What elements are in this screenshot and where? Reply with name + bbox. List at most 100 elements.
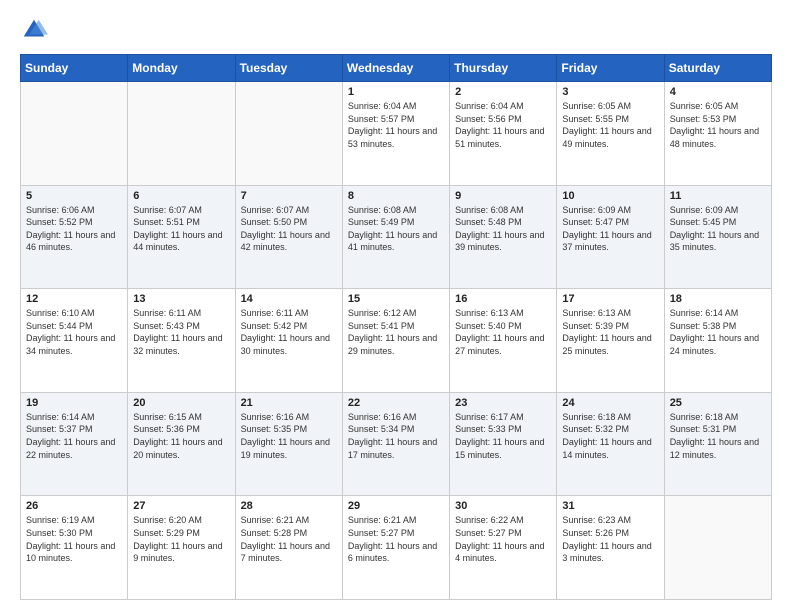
day-info: Sunrise: 6:20 AM Sunset: 5:29 PM Dayligh…: [133, 514, 229, 564]
day-number: 29: [348, 500, 444, 512]
day-info: Sunrise: 6:21 AM Sunset: 5:28 PM Dayligh…: [241, 514, 337, 564]
day-info: Sunrise: 6:09 AM Sunset: 5:47 PM Dayligh…: [562, 204, 658, 254]
table-row: 28 Sunrise: 6:21 AM Sunset: 5:28 PM Dayli…: [235, 496, 342, 600]
calendar-week-row: 5 Sunrise: 6:06 AM Sunset: 5:52 PM Daylig…: [21, 185, 772, 289]
table-row: 30 Sunrise: 6:22 AM Sunset: 5:27 PM Dayli…: [450, 496, 557, 600]
day-info: Sunrise: 6:11 AM Sunset: 5:43 PM Dayligh…: [133, 307, 229, 357]
table-row: 14Sunrise: 6:11 AM Sunset: 5:42 PM Dayli…: [235, 289, 342, 393]
logo-icon: [20, 16, 48, 44]
day-info: Sunrise: 6:18 AM Sunset: 5:32 PM Dayligh…: [562, 411, 658, 461]
table-row: [235, 82, 342, 186]
day-number: 16: [455, 293, 551, 305]
table-row: [128, 82, 235, 186]
day-number: 17: [562, 293, 658, 305]
day-number: 28: [241, 500, 337, 512]
day-number: 7: [241, 190, 337, 202]
table-row: 12 Sunrise: 6:10 AM Sunset: 5:44 PM Dayli…: [21, 289, 128, 393]
day-number: 31: [562, 500, 658, 512]
table-row: 9 Sunrise: 6:08 AM Sunset: 5:48 PM Daylig…: [450, 185, 557, 289]
table-row: 26 Sunrise: 6:19 AM Sunset: 5:30 PM Dayli…: [21, 496, 128, 600]
table-row: 15 Sunrise: 6:12 AM Sunset: 5:41 PM Dayli…: [342, 289, 449, 393]
table-row: 10 Sunrise: 6:09 AM Sunset: 5:47 PM Dayli…: [557, 185, 664, 289]
day-number: 2: [455, 86, 551, 98]
day-number: 25: [670, 397, 766, 409]
table-row: 22 Sunrise: 6:16 AM Sunset: 5:34 PM Dayli…: [342, 392, 449, 496]
day-number: 22: [348, 397, 444, 409]
day-info: Sunrise: 6:16 AM Sunset: 5:34 PM Dayligh…: [348, 411, 444, 461]
col-friday: Friday: [557, 55, 664, 82]
day-number: 8: [348, 190, 444, 202]
day-info: Sunrise: 6:17 AM Sunset: 5:33 PM Dayligh…: [455, 411, 551, 461]
day-info: Sunrise: 6:04 AM Sunset: 5:57 PM Dayligh…: [348, 100, 444, 150]
day-info: Sunrise: 6:22 AM Sunset: 5:27 PM Dayligh…: [455, 514, 551, 564]
day-number: 20: [133, 397, 229, 409]
day-info: Sunrise: 6:09 AM Sunset: 5:45 PM Dayligh…: [670, 204, 766, 254]
day-number: 18: [670, 293, 766, 305]
day-number: 19: [26, 397, 122, 409]
table-row: 24Sunrise: 6:18 AM Sunset: 5:32 PM Dayli…: [557, 392, 664, 496]
table-row: 18 Sunrise: 6:14 AM Sunset: 5:38 PM Dayli…: [664, 289, 771, 393]
day-number: 27: [133, 500, 229, 512]
day-info: Sunrise: 6:14 AM Sunset: 5:37 PM Dayligh…: [26, 411, 122, 461]
table-row: 19 Sunrise: 6:14 AM Sunset: 5:37 PM Dayli…: [21, 392, 128, 496]
day-number: 30: [455, 500, 551, 512]
calendar-week-row: 12 Sunrise: 6:10 AM Sunset: 5:44 PM Dayli…: [21, 289, 772, 393]
day-number: 10: [562, 190, 658, 202]
table-row: 7 Sunrise: 6:07 AM Sunset: 5:50 PM Daylig…: [235, 185, 342, 289]
day-info: Sunrise: 6:19 AM Sunset: 5:30 PM Dayligh…: [26, 514, 122, 564]
day-info: Sunrise: 6:18 AM Sunset: 5:31 PM Dayligh…: [670, 411, 766, 461]
table-row: 25 Sunrise: 6:18 AM Sunset: 5:31 PM Dayli…: [664, 392, 771, 496]
table-row: 4 Sunrise: 6:05 AM Sunset: 5:53 PM Daylig…: [664, 82, 771, 186]
day-number: 5: [26, 190, 122, 202]
day-info: Sunrise: 6:16 AM Sunset: 5:35 PM Dayligh…: [241, 411, 337, 461]
day-number: 3: [562, 86, 658, 98]
day-info: Sunrise: 6:23 AM Sunset: 5:26 PM Dayligh…: [562, 514, 658, 564]
col-tuesday: Tuesday: [235, 55, 342, 82]
day-info: Sunrise: 6:07 AM Sunset: 5:50 PM Dayligh…: [241, 204, 337, 254]
table-row: 8 Sunrise: 6:08 AM Sunset: 5:49 PM Daylig…: [342, 185, 449, 289]
day-number: 12: [26, 293, 122, 305]
table-row: [664, 496, 771, 600]
table-row: 29 Sunrise: 6:21 AM Sunset: 5:27 PM Dayli…: [342, 496, 449, 600]
day-number: 15: [348, 293, 444, 305]
table-row: 2Sunrise: 6:04 AM Sunset: 5:56 PM Daylig…: [450, 82, 557, 186]
day-info: Sunrise: 6:05 AM Sunset: 5:55 PM Dayligh…: [562, 100, 658, 150]
day-number: 14: [241, 293, 337, 305]
day-number: 1: [348, 86, 444, 98]
table-row: 27 Sunrise: 6:20 AM Sunset: 5:29 PM Dayli…: [128, 496, 235, 600]
day-info: Sunrise: 6:07 AM Sunset: 5:51 PM Dayligh…: [133, 204, 229, 254]
col-monday: Monday: [128, 55, 235, 82]
day-number: 4: [670, 86, 766, 98]
table-row: 6Sunrise: 6:07 AM Sunset: 5:51 PM Daylig…: [128, 185, 235, 289]
day-number: 26: [26, 500, 122, 512]
day-info: Sunrise: 6:05 AM Sunset: 5:53 PM Dayligh…: [670, 100, 766, 150]
table-row: 20Sunrise: 6:15 AM Sunset: 5:36 PM Dayli…: [128, 392, 235, 496]
col-saturday: Saturday: [664, 55, 771, 82]
col-thursday: Thursday: [450, 55, 557, 82]
page: Sunday Monday Tuesday Wednesday Thursday…: [0, 0, 792, 612]
table-row: 5 Sunrise: 6:06 AM Sunset: 5:52 PM Daylig…: [21, 185, 128, 289]
table-row: 31 Sunrise: 6:23 AM Sunset: 5:26 PM Dayli…: [557, 496, 664, 600]
day-info: Sunrise: 6:08 AM Sunset: 5:48 PM Dayligh…: [455, 204, 551, 254]
calendar-week-row: 1 Sunrise: 6:04 AM Sunset: 5:57 PM Daylig…: [21, 82, 772, 186]
col-wednesday: Wednesday: [342, 55, 449, 82]
day-info: Sunrise: 6:10 AM Sunset: 5:44 PM Dayligh…: [26, 307, 122, 357]
day-info: Sunrise: 6:06 AM Sunset: 5:52 PM Dayligh…: [26, 204, 122, 254]
day-number: 21: [241, 397, 337, 409]
day-info: Sunrise: 6:12 AM Sunset: 5:41 PM Dayligh…: [348, 307, 444, 357]
header: [20, 16, 772, 44]
day-info: Sunrise: 6:13 AM Sunset: 5:40 PM Dayligh…: [455, 307, 551, 357]
day-number: 23: [455, 397, 551, 409]
table-row: 11 Sunrise: 6:09 AM Sunset: 5:45 PM Dayli…: [664, 185, 771, 289]
day-info: Sunrise: 6:21 AM Sunset: 5:27 PM Dayligh…: [348, 514, 444, 564]
logo: [20, 16, 52, 44]
day-number: 9: [455, 190, 551, 202]
day-number: 11: [670, 190, 766, 202]
day-info: Sunrise: 6:13 AM Sunset: 5:39 PM Dayligh…: [562, 307, 658, 357]
day-info: Sunrise: 6:08 AM Sunset: 5:49 PM Dayligh…: [348, 204, 444, 254]
calendar-week-row: 19 Sunrise: 6:14 AM Sunset: 5:37 PM Dayli…: [21, 392, 772, 496]
calendar-header-row: Sunday Monday Tuesday Wednesday Thursday…: [21, 55, 772, 82]
calendar-week-row: 26 Sunrise: 6:19 AM Sunset: 5:30 PM Dayli…: [21, 496, 772, 600]
table-row: 13Sunrise: 6:11 AM Sunset: 5:43 PM Dayli…: [128, 289, 235, 393]
day-info: Sunrise: 6:14 AM Sunset: 5:38 PM Dayligh…: [670, 307, 766, 357]
